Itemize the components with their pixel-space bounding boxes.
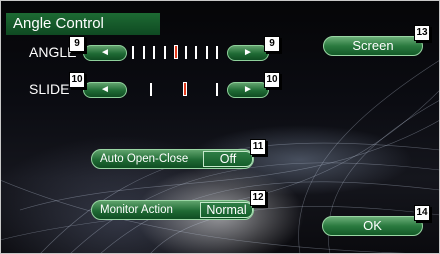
angle-left-arrow-icon: ◄ [100, 47, 110, 58]
auto-open-close-label: Auto Open-Close [100, 153, 189, 165]
page-title: Angle Control [6, 13, 160, 35]
angle-tick [185, 46, 187, 59]
angle-right-button[interactable]: ► [227, 45, 269, 61]
ok-badge: 14 [414, 205, 430, 221]
angle-level-indicator [132, 45, 220, 60]
angle-right-arrow-icon: ► [243, 47, 253, 58]
angle-left-button[interactable]: ◄ [83, 45, 127, 61]
monitor-action-value: Normal [200, 202, 253, 218]
monitor-action-badge: 12 [250, 190, 266, 206]
ok-button[interactable]: OK [322, 216, 423, 236]
screen-button[interactable]: Screen [323, 36, 423, 56]
slide-tick [216, 83, 218, 96]
monitor-action-label: Monitor Action [100, 204, 173, 216]
auto-open-close-setting[interactable]: Auto Open-Close Off [91, 149, 254, 169]
angle-tick [132, 46, 134, 59]
slide-level-indicator [150, 82, 220, 97]
angle-control-screen: Angle Control ANGLE ◄ ► 9 9 SLIDE ◄ ► 10… [0, 0, 440, 254]
slide-label: SLIDE [29, 81, 70, 97]
angle-tick [164, 46, 166, 59]
angle-tick [195, 46, 197, 59]
angle-right-badge: 9 [264, 36, 280, 52]
auto-open-close-badge: 11 [250, 139, 266, 155]
slide-left-badge: 10 [69, 72, 85, 88]
slide-left-arrow-icon: ◄ [100, 84, 110, 95]
angle-active-tick [174, 45, 178, 59]
screen-badge: 13 [414, 25, 430, 41]
monitor-action-setting[interactable]: Monitor Action Normal [91, 200, 254, 220]
slide-left-button[interactable]: ◄ [83, 82, 127, 98]
angle-tick [143, 46, 145, 59]
slide-right-badge: 10 [264, 72, 280, 88]
slide-active-tick [183, 82, 187, 96]
slide-right-arrow-icon: ► [243, 84, 253, 95]
slide-tick [150, 83, 152, 96]
angle-tick [153, 46, 155, 59]
slide-right-button[interactable]: ► [227, 82, 269, 98]
auto-open-close-value: Off [203, 151, 253, 167]
angle-tick [206, 46, 208, 59]
angle-left-badge: 9 [69, 36, 85, 52]
angle-tick [216, 46, 218, 59]
